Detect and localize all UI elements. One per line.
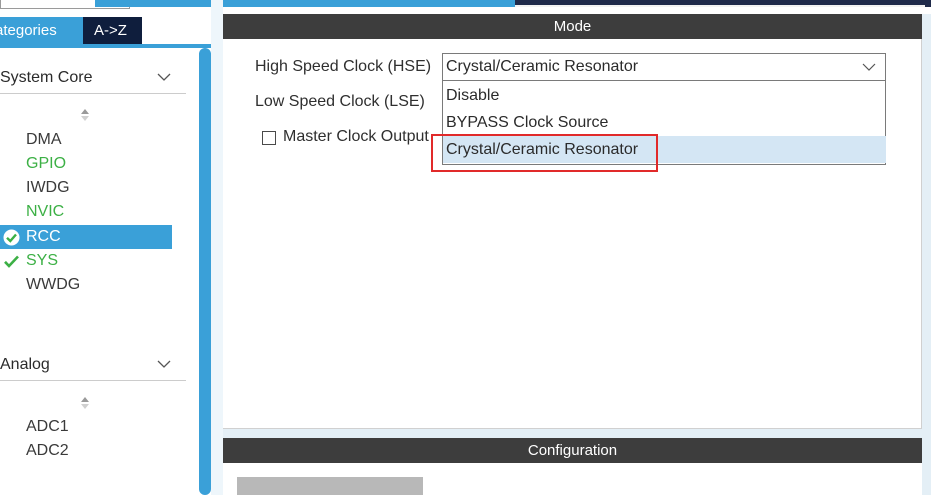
panel-divider[interactable] xyxy=(211,0,223,495)
check-icon xyxy=(4,255,19,268)
tree-item-gpio[interactable]: GPIO xyxy=(26,152,66,176)
tree-item-sys[interactable]: SYS xyxy=(4,249,59,273)
category-label: Analog xyxy=(0,355,50,373)
tree-item-nvic[interactable]: NVIC xyxy=(26,200,64,224)
sort-arrows-icon[interactable] xyxy=(80,108,90,122)
tree-item-wwdg[interactable]: WWDG xyxy=(26,273,80,297)
configuration-header: Configuration xyxy=(223,438,922,463)
top-navy-bar-line xyxy=(515,5,925,7)
tab-a-to-z[interactable]: A->Z xyxy=(83,17,142,44)
panel-gap[interactable] xyxy=(223,429,922,438)
right-edge xyxy=(922,14,931,495)
tab-categories-label: ategories xyxy=(0,22,57,39)
chevron-down-icon[interactable] xyxy=(156,356,172,372)
category-tabs: ategories A->Z xyxy=(0,17,142,44)
hse-label: High Speed Clock (HSE) xyxy=(255,58,432,75)
category-label: System Core xyxy=(0,68,93,86)
tree-item-dma[interactable]: DMA xyxy=(26,128,62,152)
tab-categories[interactable]: ategories xyxy=(0,17,83,44)
chevron-down-icon[interactable] xyxy=(156,69,172,85)
tree-item-iwdg[interactable]: IWDG xyxy=(26,176,70,200)
lse-label: Low Speed Clock (LSE) xyxy=(255,93,425,110)
tab-underline xyxy=(0,44,211,48)
top-accent-bar xyxy=(95,0,515,7)
configuration-tab[interactable] xyxy=(237,477,423,495)
tree-item-rcc[interactable]: RCC xyxy=(0,225,172,249)
check-circle-icon xyxy=(3,229,20,246)
tree-item-adc2[interactable]: ADC2 xyxy=(26,439,69,463)
chevron-down-icon[interactable] xyxy=(862,61,876,73)
tree-item-label: SYS xyxy=(26,252,59,269)
tree-item-adc1[interactable]: ADC1 xyxy=(26,415,69,439)
category-header-analog[interactable]: Analog xyxy=(0,349,186,381)
option-disable[interactable]: Disable xyxy=(443,82,886,109)
hse-select-value: Crystal/Ceramic Resonator xyxy=(446,58,639,75)
master-clock-output-label: Master Clock Output xyxy=(283,128,429,145)
option-bypass-clock-source[interactable]: BYPASS Clock Source xyxy=(443,109,886,136)
category-header-system-core[interactable]: System Core xyxy=(0,62,186,94)
tree-item-label: RCC xyxy=(26,228,61,245)
hse-select[interactable]: Crystal/Ceramic Resonator xyxy=(442,53,886,81)
sort-arrows-icon[interactable] xyxy=(80,396,90,410)
master-clock-output-checkbox[interactable] xyxy=(262,131,276,145)
annotation-highlight-box xyxy=(431,134,658,172)
left-panel-scrollbar[interactable] xyxy=(199,48,211,495)
mode-header: Mode xyxy=(223,14,922,39)
tab-a-to-z-label: A->Z xyxy=(94,22,127,39)
